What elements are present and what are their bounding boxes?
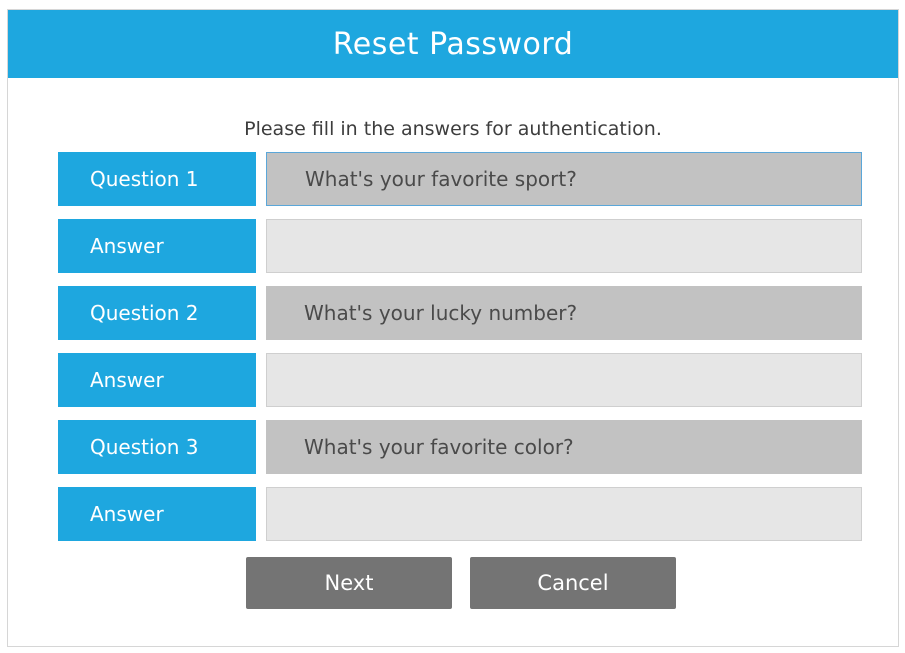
- question-1-text: What's your favorite sport?: [305, 167, 577, 191]
- answer-row-2: Answer: [58, 353, 862, 407]
- answer-2-field[interactable]: [266, 353, 862, 407]
- answer-3-input[interactable]: [305, 487, 861, 541]
- dialog-actions: Next Cancel: [246, 557, 676, 609]
- question-2-select[interactable]: What's your lucky number?: [266, 286, 862, 340]
- answer-2-input[interactable]: [305, 353, 861, 407]
- question-row-1: Question 1 What's your favorite sport?: [58, 152, 862, 206]
- cancel-button[interactable]: Cancel: [470, 557, 676, 609]
- answer-1-label: Answer: [58, 219, 256, 273]
- question-2-text: What's your lucky number?: [304, 301, 578, 325]
- reset-password-dialog: Reset Password Please fill in the answer…: [7, 9, 899, 647]
- answer-row-1: Answer: [58, 219, 862, 273]
- answer-2-label: Answer: [58, 353, 256, 407]
- question-row-2: Question 2 What's your lucky number?: [58, 286, 862, 340]
- dialog-title-bar: Reset Password: [8, 10, 898, 78]
- question-1-select[interactable]: What's your favorite sport?: [266, 152, 862, 206]
- answer-3-label: Answer: [58, 487, 256, 541]
- question-row-3: Question 3 What's your favorite color?: [58, 420, 862, 474]
- instruction-text: Please fill in the answers for authentic…: [244, 118, 662, 140]
- answer-1-input[interactable]: [305, 219, 861, 273]
- question-1-label: Question 1: [58, 152, 256, 206]
- next-button[interactable]: Next: [246, 557, 452, 609]
- question-2-label: Question 2: [58, 286, 256, 340]
- answer-3-field[interactable]: [266, 487, 862, 541]
- dialog-title: Reset Password: [332, 26, 574, 62]
- answer-1-field[interactable]: [266, 219, 862, 273]
- question-3-select[interactable]: What's your favorite color?: [266, 420, 862, 474]
- question-3-label: Question 3: [58, 420, 256, 474]
- question-3-text: What's your favorite color?: [304, 435, 574, 459]
- answer-row-3: Answer: [58, 487, 862, 541]
- security-questions-form: Question 1 What's your favorite sport? A…: [58, 152, 862, 554]
